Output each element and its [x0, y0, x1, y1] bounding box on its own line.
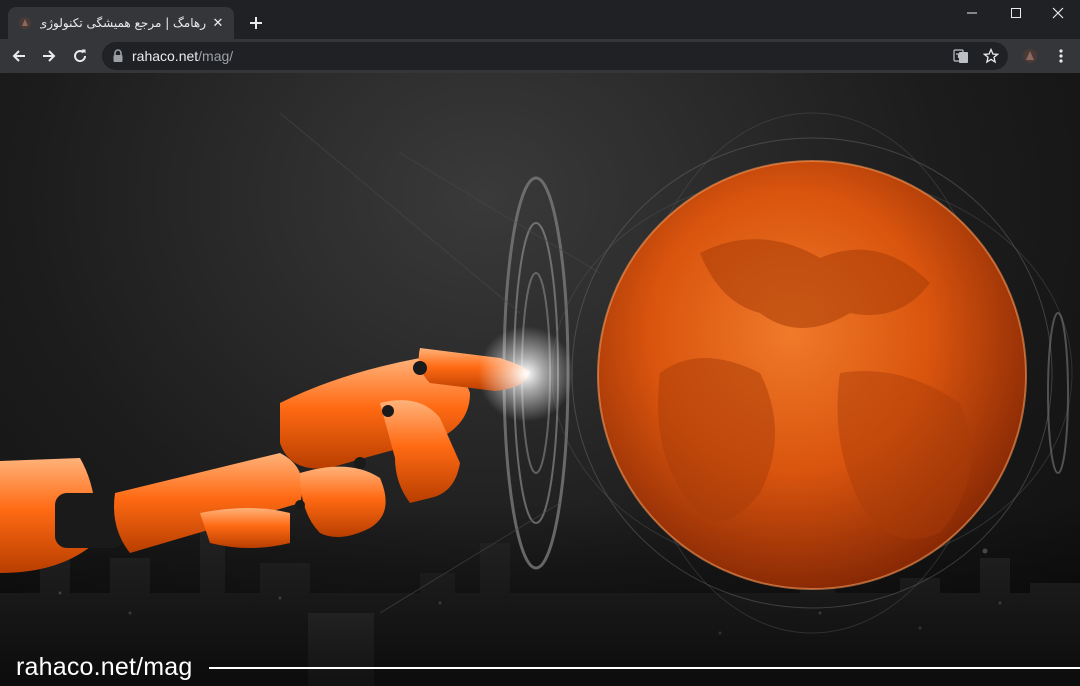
new-tab-button[interactable] [244, 11, 268, 35]
star-icon [983, 48, 999, 64]
maximize-button[interactable] [994, 0, 1038, 26]
minimize-button[interactable] [950, 0, 994, 26]
tab-title: رهامگ | مرجع همیشگی تکنولوژی | [40, 16, 206, 30]
arrow-right-icon [43, 50, 56, 62]
back-button[interactable] [6, 43, 32, 69]
arrow-left-icon [12, 50, 25, 62]
page-content: rahaco.net/mag [0, 73, 1080, 686]
kebab-menu-icon [1059, 49, 1063, 63]
window-close-button[interactable] [1036, 0, 1080, 26]
url-host: rahaco.net [132, 48, 199, 64]
translate-button[interactable] [952, 47, 970, 65]
translate-icon [953, 49, 968, 63]
reload-button[interactable] [67, 43, 93, 69]
menu-button[interactable] [1048, 43, 1074, 69]
address-bar[interactable]: rahaco.net/mag/ [102, 42, 1008, 70]
browser-titlebar: رهامگ | مرجع همیشگی تکنولوژی | ✕ [0, 0, 1080, 39]
watermark-divider [209, 667, 1080, 669]
maximize-icon [1011, 8, 1021, 18]
extension-icon [1023, 49, 1037, 63]
tab-close-icon[interactable]: ✕ [210, 15, 226, 31]
reload-icon [74, 49, 87, 63]
site-watermark: rahaco.net/mag [16, 653, 193, 681]
site-favicon-icon [19, 17, 31, 29]
light-flare-icon [478, 326, 574, 422]
close-icon [1052, 7, 1064, 19]
glowing-planet-icon [597, 160, 1027, 590]
minimize-icon [967, 12, 977, 14]
forward-button[interactable] [36, 43, 62, 69]
url-path: /mag/ [198, 48, 234, 64]
bookmark-button[interactable] [982, 47, 1000, 65]
lock-icon [113, 49, 123, 62]
browser-tab[interactable]: رهامگ | مرجع همیشگی تکنولوژی | ✕ [8, 7, 234, 39]
extension-button[interactable] [1017, 43, 1043, 69]
browser-toolbar: rahaco.net/mag/ [0, 39, 1080, 73]
address-url: rahaco.net/mag/ [132, 48, 233, 64]
plus-icon [250, 17, 262, 29]
hero-image [0, 112, 1080, 686]
